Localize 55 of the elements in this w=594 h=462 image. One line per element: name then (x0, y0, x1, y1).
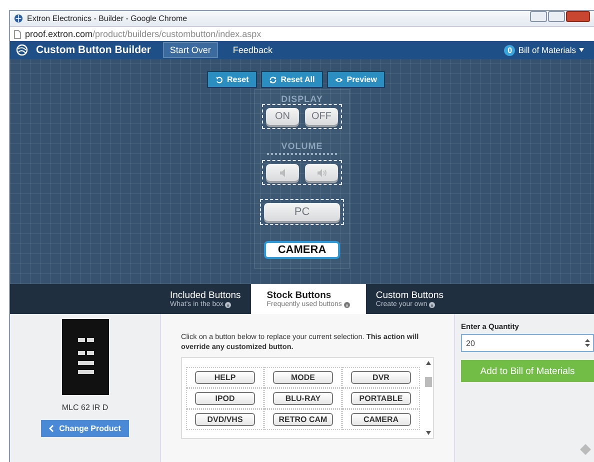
stock-button[interactable]: PORTABLE (351, 392, 411, 404)
faceplate-button[interactable]: CAMERA (264, 241, 340, 259)
caret-icon (579, 48, 584, 52)
stock-button[interactable]: IPOD (195, 392, 255, 404)
maximize-button[interactable] (548, 11, 565, 22)
nav-link[interactable]: Feedback (226, 42, 280, 58)
tab-title: Custom Buttons (376, 290, 444, 301)
refresh-icon (268, 76, 277, 84)
scroll-down-icon[interactable] (426, 431, 431, 435)
speaker-icon (278, 168, 288, 178)
stock-button[interactable]: BLU-RAY (273, 392, 333, 404)
logo-icon (16, 44, 28, 56)
app-title: Custom Button Builder (36, 44, 151, 56)
window-title: Extron Electronics - Builder - Google Chrome (27, 14, 188, 23)
info-icon (344, 302, 350, 308)
globe-icon (14, 14, 23, 23)
scroll-up-icon[interactable] (426, 361, 431, 365)
quantity-field[interactable]: 20 (461, 334, 594, 352)
faceplate-button[interactable]: PC (264, 203, 340, 221)
page-icon (14, 30, 21, 38)
tab-title: Included Buttons (170, 290, 241, 301)
bill-of-materials-menu[interactable]: Bill of Materials (518, 45, 576, 55)
group-label: DISPLAY (281, 94, 323, 104)
stock-button[interactable]: DVR (351, 370, 411, 384)
chevron-left-icon (49, 425, 54, 432)
stock-button[interactable]: HELP (195, 370, 255, 384)
close-button[interactable] (566, 11, 590, 22)
nav-link[interactable]: Start Over (162, 42, 218, 58)
faceplate-button[interactable]: ON (266, 108, 299, 125)
address-bar[interactable]: proof.extron.com/product/builders/custombutton/index.aspx (10, 26, 594, 41)
scroll-thumb[interactable] (425, 377, 432, 387)
stock-button[interactable]: RETRO CAM (273, 412, 333, 426)
undo-icon (215, 76, 223, 84)
info-icon (429, 302, 436, 308)
spinner-icon[interactable] (585, 339, 590, 347)
eye-icon (334, 76, 343, 84)
toolbar-button[interactable]: Preview (326, 71, 385, 88)
minimize-button[interactable] (530, 11, 547, 22)
toolbar-button[interactable]: Reset All (260, 71, 323, 88)
speaker-icon (316, 168, 326, 178)
stock-button[interactable]: MODE (273, 370, 333, 384)
count-badge: 0 (504, 44, 516, 56)
url-text: proof.extron.com/product/builders/custombutton/index.aspx (25, 29, 262, 39)
stock-button[interactable]: DVD/VHS (195, 412, 255, 426)
diamond-icon (580, 444, 591, 455)
change-product-button[interactable]: Change Product (41, 420, 129, 437)
faceplate-button[interactable] (305, 164, 338, 181)
group-label: VOLUME (281, 141, 323, 151)
toolbar-button[interactable]: Reset (207, 71, 257, 88)
product-name: MLC 62 IR D (62, 403, 108, 412)
info-icon (225, 302, 232, 308)
tab-title: Stock Buttons (266, 290, 332, 301)
stock-button[interactable]: CAMERA (351, 412, 411, 426)
faceplate-button[interactable] (266, 164, 299, 181)
faceplate-button[interactable]: OFF (305, 108, 338, 125)
